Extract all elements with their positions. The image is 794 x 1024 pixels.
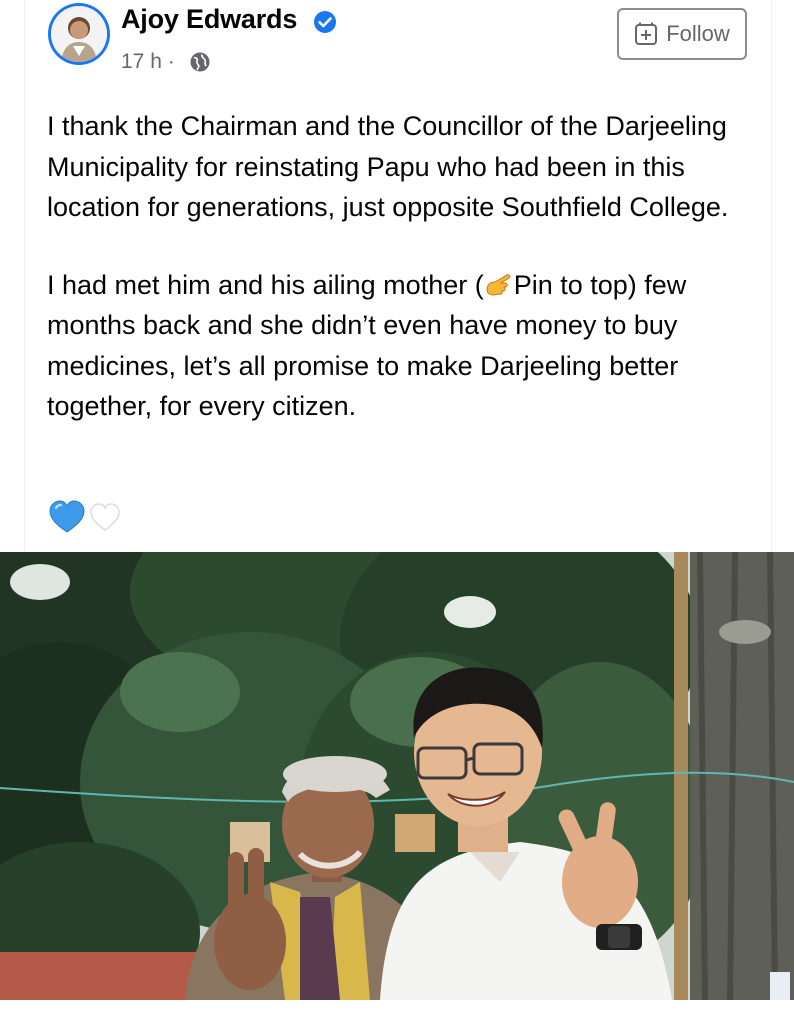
blue-heart-emoji <box>49 500 85 533</box>
post-body: I thank the Chairman and the Councillor … <box>47 106 747 464</box>
follow-label: Follow <box>666 21 730 46</box>
author-name[interactable]: Ajoy Edwards <box>121 4 297 35</box>
globe-icon <box>190 52 210 72</box>
post-paragraph-1: I thank the Chairman and the Councillor … <box>47 111 729 222</box>
reaction-hearts <box>49 500 120 533</box>
white-heart-emoji <box>90 503 120 531</box>
author-avatar[interactable] <box>51 6 107 62</box>
follow-plus-icon <box>635 22 658 45</box>
post-timestamp[interactable]: 17 h · <box>121 50 175 74</box>
follow-button[interactable]: Follow <box>617 8 747 60</box>
verified-badge-icon <box>314 11 336 33</box>
bottom-strip <box>0 1000 794 1024</box>
post-paragraph-2: I had met him and his ailing mother ( Pi… <box>47 265 747 427</box>
paragraph-2-start: I had met him and his ailing mother ( <box>47 269 484 300</box>
post-card: Ajoy Edwards 17 h · Follow I thank the C… <box>24 0 772 552</box>
pointing-hand-emoji <box>486 273 511 296</box>
post-photo[interactable] <box>0 552 794 1000</box>
